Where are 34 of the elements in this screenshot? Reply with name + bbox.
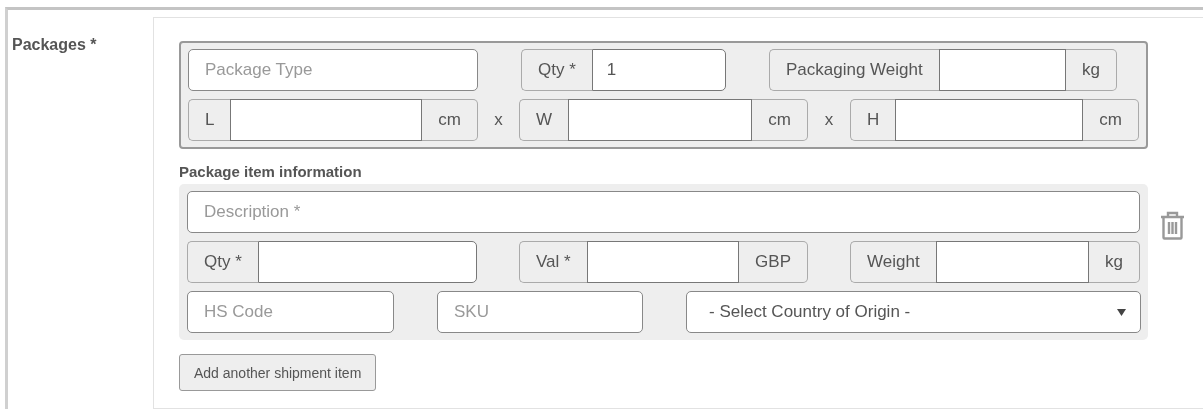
input-field[interactable] — [586, 241, 740, 283]
package-type-field[interactable]: Package Type — [188, 49, 478, 91]
unit-label: cm — [422, 99, 478, 141]
unit-label: kg — [1066, 49, 1117, 91]
dimension-field[interactable] — [895, 99, 1084, 141]
add-item-button[interactable]: Add another shipment item — [179, 354, 377, 391]
unit-label: GBP — [739, 241, 808, 283]
section-heading: Package item information — [179, 163, 363, 180]
field-label: Qty * — [187, 241, 258, 283]
packaging-weight-field[interactable] — [938, 49, 1067, 91]
field-label: Weight — [850, 241, 936, 283]
qty-field[interactable]: 1 — [591, 49, 726, 91]
packages-label: Packages * — [12, 36, 97, 53]
caret-icon — [1117, 308, 1126, 316]
sku-field[interactable]: SKU — [437, 291, 643, 333]
dimension-field[interactable] — [230, 99, 423, 141]
input-field[interactable] — [935, 241, 1090, 283]
times-sign: x — [823, 109, 835, 131]
times-sign: x — [493, 109, 504, 131]
country-select[interactable]: - Select Country of Origin - — [686, 291, 1141, 333]
unit-label: cm — [752, 99, 808, 141]
qty-label: Qty * — [521, 49, 592, 91]
description-field[interactable]: Description * — [187, 191, 1140, 233]
field-label: Val * — [519, 241, 587, 283]
input-field[interactable] — [257, 241, 477, 283]
dimension-field[interactable] — [568, 99, 753, 141]
unit-label: kg — [1089, 241, 1140, 283]
unit-label: cm — [1083, 99, 1139, 141]
trash-icon[interactable] — [1160, 211, 1185, 240]
packaging-weight-label: Packaging Weight — [769, 49, 939, 91]
dimension-label: W — [519, 99, 569, 141]
hs-code-field[interactable]: HS Code — [187, 291, 394, 333]
dimension-label: L — [188, 99, 231, 141]
dimension-label: H — [850, 99, 896, 141]
